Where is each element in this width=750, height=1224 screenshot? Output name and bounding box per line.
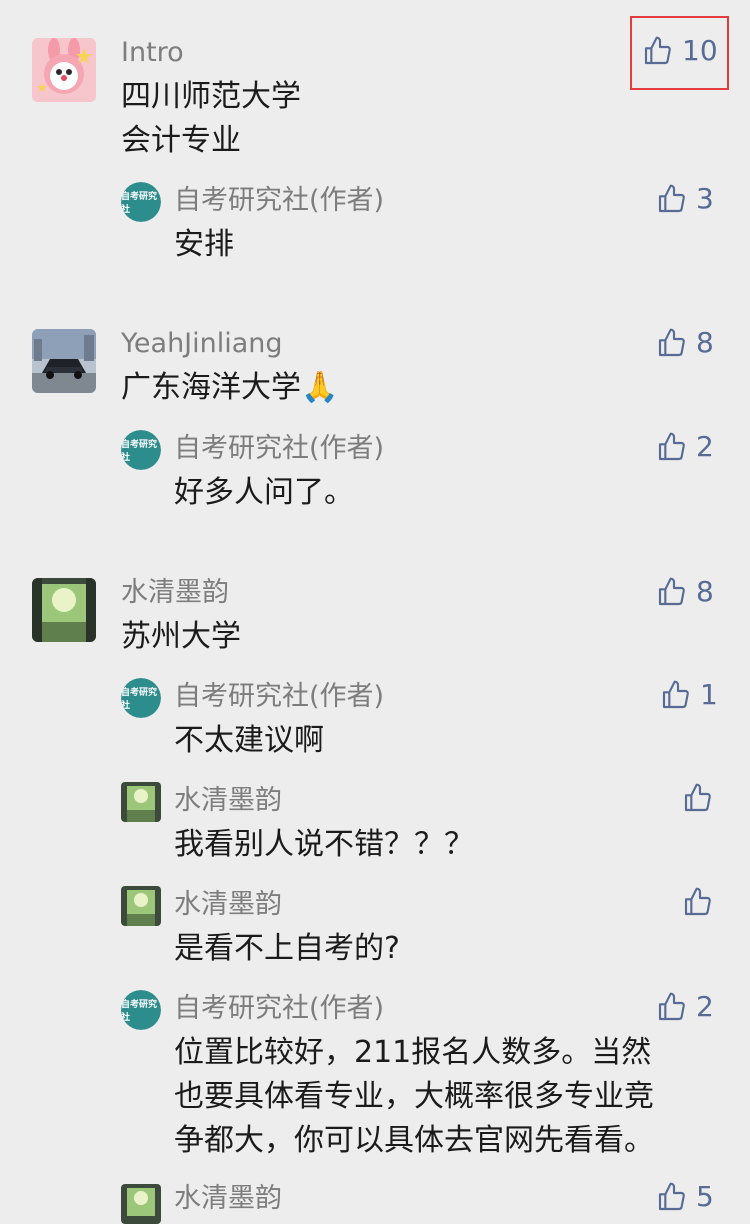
comment-line: 四川师范大学 — [121, 79, 301, 114]
like-count: 2 — [696, 430, 714, 463]
comment-line: 广东海洋大学🙏 — [121, 370, 339, 405]
user-avatar[interactable] — [32, 329, 96, 393]
reply-line: 争都大，你可以具体去官网先看看。 — [174, 1123, 654, 1158]
like-button[interactable] — [682, 886, 714, 918]
user-avatar[interactable] — [121, 1184, 161, 1224]
comment-text: 四川师范大学 会计专业 — [121, 75, 301, 163]
comment-author[interactable]: 水清墨韵 — [121, 576, 229, 610]
author-avatar[interactable]: 自考研究社 — [121, 678, 161, 718]
like-count: 3 — [696, 182, 714, 215]
author-avatar[interactable]: 自考研究社 — [121, 990, 161, 1030]
reply-author[interactable]: 水清墨韵 — [174, 784, 282, 818]
like-count: 10 — [682, 34, 718, 67]
author-seal: 自考研究社 — [121, 182, 161, 222]
author-seal: 自考研究社 — [121, 430, 161, 470]
reply-text: 位置比较好，211报名人数多。当然 也要具体看专业，大概率很多专业竞 争都大，你… — [174, 1031, 654, 1163]
like-count: 8 — [696, 326, 714, 359]
thumbs-up-icon — [660, 679, 692, 711]
reply-author[interactable]: 自考研究社(作者) — [174, 432, 384, 466]
like-button[interactable]: 8 — [656, 326, 714, 360]
avatar-label: 自考研究社 — [121, 1000, 158, 1023]
like-button[interactable] — [682, 782, 714, 814]
comment-line: 会计专业 — [121, 123, 241, 158]
reply-text: 安排 — [174, 227, 234, 262]
reply-line: 也要具体看专业，大概率很多专业竞 — [174, 1079, 654, 1114]
reply-line: 位置比较好，211报名人数多。当然 — [174, 1035, 652, 1070]
comment-text: 苏州大学 — [121, 615, 241, 659]
reply-text: 不太建议啊 — [174, 723, 324, 758]
comment-text: 广东海洋大学🙏 — [121, 366, 338, 410]
like-count: 1 — [700, 678, 718, 711]
thumbs-up-icon — [656, 431, 688, 463]
reply-author[interactable]: 自考研究社(作者) — [174, 992, 384, 1026]
thumbs-up-icon — [682, 782, 714, 814]
user-avatar[interactable] — [32, 578, 96, 642]
like-button[interactable]: 10 — [642, 34, 718, 68]
user-avatar[interactable] — [121, 782, 161, 822]
reply-author[interactable]: 自考研究社(作者) — [174, 184, 384, 218]
like-button[interactable]: 2 — [656, 990, 714, 1024]
reply-text: 好多人问了。 — [174, 475, 354, 510]
thumbs-up-icon — [642, 35, 674, 67]
user-avatar[interactable] — [121, 886, 161, 926]
author-avatar[interactable]: 自考研究社 — [121, 430, 161, 470]
thumbs-up-icon — [656, 327, 688, 359]
like-count: 5 — [696, 1180, 714, 1213]
thumbs-up-icon — [656, 183, 688, 215]
like-button[interactable]: 1 — [660, 678, 718, 712]
like-button[interactable]: 5 — [656, 1180, 714, 1214]
comment-author[interactable]: YeahJinliang — [121, 327, 283, 361]
author-avatar[interactable]: 自考研究社 — [121, 182, 161, 222]
reply-author[interactable]: 自考研究社(作者) — [174, 680, 384, 714]
avatar-label: 自考研究社 — [121, 440, 158, 463]
author-seal: 自考研究社 — [121, 678, 161, 718]
comment-line: 苏州大学 — [121, 619, 241, 654]
reply-text: 是看不上自考的? — [174, 931, 400, 966]
like-button[interactable]: 3 — [656, 182, 714, 216]
avatar-label: 自考研究社 — [121, 688, 158, 711]
reply-author[interactable]: 水清墨韵 — [174, 1182, 282, 1216]
like-button[interactable]: 8 — [656, 575, 714, 609]
comment-author[interactable]: Intro — [121, 36, 184, 70]
like-count: 8 — [696, 575, 714, 608]
thumbs-up-icon — [656, 576, 688, 608]
author-seal: 自考研究社 — [121, 990, 161, 1030]
like-count: 2 — [696, 990, 714, 1023]
thumbs-up-icon — [682, 886, 714, 918]
user-avatar[interactable] — [32, 38, 96, 102]
thumbs-up-icon — [656, 991, 688, 1023]
thumbs-up-icon — [656, 1181, 688, 1213]
reply-author[interactable]: 水清墨韵 — [174, 888, 282, 922]
like-button[interactable]: 2 — [656, 430, 714, 464]
avatar-label: 自考研究社 — [121, 192, 158, 215]
reply-text: 我看别人说不错？？？ — [174, 827, 474, 862]
